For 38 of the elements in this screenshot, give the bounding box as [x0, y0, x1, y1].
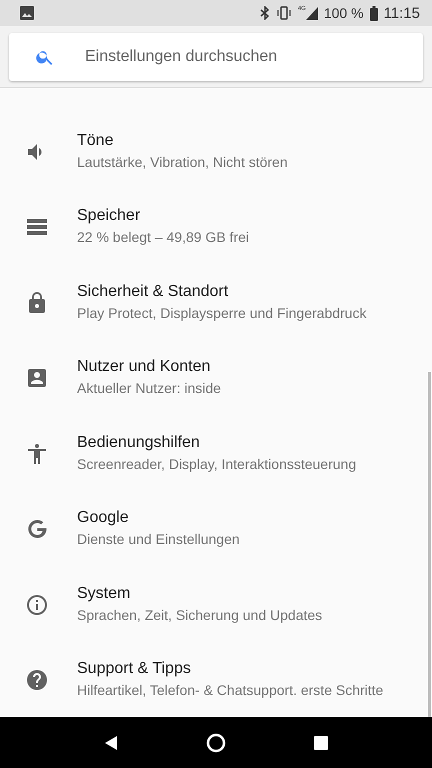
battery-percent: 100 %	[324, 5, 364, 21]
settings-item[interactable]: Speicher 22 % belegt – 49,89 GB frei	[0, 190, 426, 265]
item-subtitle: Aktueller Nutzer: inside	[77, 380, 221, 396]
item-subtitle: Hilfeartikel, Telefon- & Chatsupport. erste Schritte	[77, 682, 384, 698]
settings-item[interactable]: Bedienungshilfen Screenreader, Display, Interaktionssteuerung	[0, 416, 426, 492]
settings-item[interactable]: Google Dienste und Einstellungen	[0, 492, 426, 567]
item-subtitle: 22 % belegt – 49,89 GB frei	[77, 229, 249, 246]
item-title: Bedienungshilfen	[77, 434, 201, 452]
accessibility-icon	[25, 442, 49, 466]
item-subtitle: Screenreader, Display, Interaktionssteuerung	[77, 456, 356, 472]
item-title: Support & Tipps	[77, 660, 192, 678]
settings-item[interactable]: System Sprachen, Zeit, Sicherung und Updates	[0, 567, 426, 642]
battery-icon	[370, 6, 378, 20]
home-icon[interactable]	[206, 732, 226, 752]
item-title: Speicher	[77, 207, 142, 226]
settings-item[interactable]: Töne Lautstärke, Vibration, Nicht stören	[0, 114, 426, 190]
back-icon[interactable]	[104, 734, 118, 750]
item-title: System	[77, 584, 132, 603]
item-subtitle: Sprachen, Zeit, Sicherung und Updates	[77, 606, 322, 623]
signal-icon	[306, 6, 318, 20]
info-icon	[25, 592, 49, 617]
vibrate-icon	[276, 6, 292, 20]
item-title: Nutzer und Konten	[77, 358, 212, 376]
settings-item[interactable]: Sicherheit & Standort Play Protect, Displaysperre und Fingerabdruck	[0, 265, 426, 340]
item-subtitle: Play Protect, Displaysperre und Fingerabdruck	[77, 304, 366, 321]
item-title: Töne	[77, 132, 114, 150]
image-icon	[20, 6, 34, 20]
help-icon	[25, 668, 49, 692]
clock: 11:15	[384, 4, 420, 22]
settings-item[interactable]: Support & Tipps Hilfeartikel, Telefon- & Chatsupport. erste Schritte	[0, 642, 426, 718]
item-subtitle: Dienste und Einstellungen	[77, 531, 240, 548]
item-subtitle: Lautstärke, Vibration, Nicht stören	[77, 154, 288, 170]
item-title: Google	[77, 509, 130, 528]
recents-icon[interactable]	[314, 736, 328, 750]
item-title: Sicherheit & Standort	[77, 282, 230, 301]
settings-item[interactable]: Nutzer und Konten Aktueller Nutzer: inside	[0, 340, 426, 416]
bluetooth-icon	[260, 6, 270, 20]
search-bar[interactable]: Einstellungen durchsuchen	[9, 33, 423, 81]
